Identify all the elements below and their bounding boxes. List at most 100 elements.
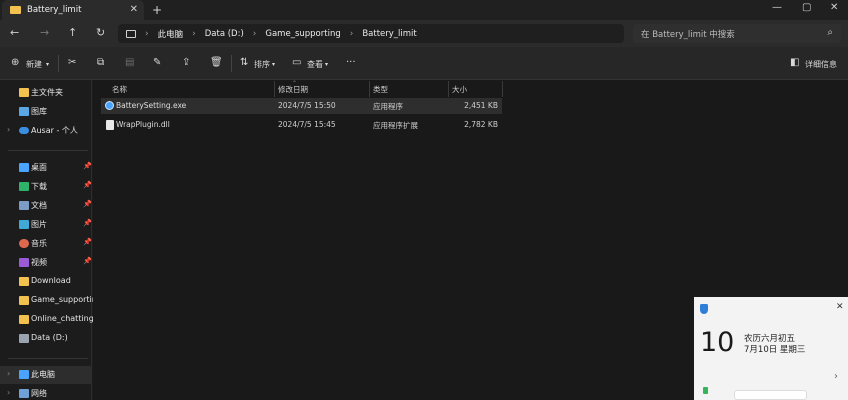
sidebar-item-label: 视频	[31, 258, 47, 267]
file-modified: 2024/7/5 15:50	[278, 101, 336, 110]
column-header-modified[interactable]: 修改日期	[278, 84, 308, 95]
column-header-type[interactable]: 类型	[373, 84, 388, 95]
chevron-down-icon: ▾	[272, 61, 276, 68]
sidebar-item-gallery[interactable]: 图库	[0, 103, 92, 121]
exe-icon	[105, 101, 114, 110]
forward-arrow-icon[interactable]: →	[40, 26, 49, 39]
sort-button[interactable]: 排序	[254, 59, 270, 70]
breadcrumb-this-pc[interactable]: 此电脑	[158, 28, 184, 40]
new-button[interactable]: 新建	[26, 59, 42, 70]
sidebar-item-download-folder[interactable]: Download	[0, 273, 92, 291]
details-pane-icon[interactable]: ◧	[790, 57, 799, 68]
minimize-icon[interactable]: —	[772, 2, 782, 13]
details-button[interactable]: 详细信息	[805, 59, 837, 70]
up-arrow-icon[interactable]: ↑	[68, 26, 77, 39]
file-size: 2,451 KB	[464, 101, 498, 110]
chevron-right-icon[interactable]: ›	[834, 371, 838, 382]
close-window-icon[interactable]: ✕	[830, 2, 838, 13]
pin-icon: 📌	[83, 181, 92, 189]
copy-icon[interactable]: ⧉	[97, 57, 104, 68]
chevron-right-icon[interactable]: ›	[7, 125, 10, 134]
chevron-right-icon[interactable]: ›	[7, 388, 10, 397]
file-type: 应用程序扩展	[373, 121, 418, 130]
shield-icon	[700, 304, 708, 314]
dll-icon	[106, 120, 114, 130]
sidebar-item-label: Online_chatting	[31, 314, 94, 323]
sidebar-item-pictures[interactable]: 图片 📌	[0, 216, 92, 234]
notification-close-icon[interactable]: ✕	[836, 302, 844, 312]
chevron-right-icon: ›	[145, 28, 149, 39]
pin-icon: 📌	[83, 257, 92, 265]
toolbar-divider	[231, 55, 232, 72]
breadcrumb-battery-limit[interactable]: Battery_limit	[362, 29, 416, 39]
pin-icon: 📌	[83, 200, 92, 208]
sidebar-item-game-supporting[interactable]: Game_supporting	[0, 292, 102, 310]
sidebar-item-network[interactable]: › 网络	[0, 385, 92, 400]
chevron-right-icon: ›	[252, 28, 257, 39]
share-icon[interactable]: ⇪	[182, 57, 190, 68]
delete-icon[interactable]: 🗑	[210, 57, 223, 68]
computer-icon	[19, 370, 29, 379]
sidebar-divider	[8, 150, 88, 151]
column-header-name[interactable]: 名称	[112, 84, 127, 95]
file-type: 应用程序	[373, 102, 403, 111]
sidebar-item-label: 图库	[31, 107, 47, 116]
column-divider	[274, 81, 275, 97]
sidebar-item-label: 图片	[31, 220, 47, 229]
search-input[interactable]: 在 Battery_limit 中搜索 ⌕	[633, 24, 841, 43]
view-icon[interactable]: ▭	[292, 57, 301, 68]
sidebar-item-downloads[interactable]: 下载 📌	[0, 178, 92, 196]
calendar-notification[interactable]: ✕ 10 农历六月初五 7月10日 星期三 ›	[694, 297, 848, 400]
tab-battery-limit[interactable]: Battery_limit ✕	[2, 0, 144, 20]
rename-icon[interactable]: ✎	[153, 57, 161, 68]
sidebar-item-home[interactable]: 主文件夹	[0, 84, 92, 102]
sidebar-item-label: 桌面	[31, 163, 47, 172]
toolbar-divider	[58, 55, 59, 72]
notification-card	[734, 390, 807, 400]
tab-close-icon[interactable]: ✕	[130, 4, 138, 15]
pin-icon: 📌	[83, 162, 92, 170]
sidebar-item-music[interactable]: 音乐 📌	[0, 235, 92, 253]
sidebar-item-this-pc[interactable]: › 此电脑	[0, 366, 92, 384]
sidebar-item-online-chatting[interactable]: Online_chatting	[0, 311, 94, 329]
back-arrow-icon[interactable]: ←	[10, 26, 19, 39]
maximize-icon[interactable]: ▢	[802, 2, 811, 13]
sidebar-item-onedrive[interactable]: › Ausar - 个人	[0, 122, 92, 140]
folder-icon	[19, 315, 29, 324]
search-icon: ⌕	[827, 27, 833, 38]
sidebar-item-videos[interactable]: 视频 📌	[0, 254, 92, 272]
sidebar-item-label: 此电脑	[31, 370, 55, 379]
sidebar-item-label: Ausar - 个人	[31, 126, 78, 135]
chevron-right-icon[interactable]: ›	[7, 369, 10, 378]
sidebar-item-label: 主文件夹	[31, 88, 63, 97]
file-size: 2,782 KB	[464, 120, 498, 129]
new-tab-icon[interactable]: +	[152, 3, 162, 17]
new-plus-icon[interactable]: ⊕	[11, 57, 19, 68]
paste-icon[interactable]: ▤	[125, 57, 134, 68]
battery-icon	[703, 387, 708, 394]
sidebar-item-data-d[interactable]: Data (D:)	[0, 330, 92, 348]
column-header-size[interactable]: 大小	[452, 84, 467, 95]
address-bar[interactable]: › 此电脑 › Data (D:) › Game_supporting › Ba…	[118, 24, 624, 43]
table-row[interactable]: WrapPlugin.dll 2024/7/5 15:45 应用程序扩展 2,7…	[101, 117, 502, 133]
sidebar-item-label: 文档	[31, 201, 47, 210]
chevron-right-icon: ›	[192, 28, 196, 39]
pin-icon: 📌	[83, 238, 92, 246]
more-options-icon[interactable]: ···	[346, 57, 356, 68]
document-icon	[19, 201, 29, 210]
sidebar-item-documents[interactable]: 文档 📌	[0, 197, 92, 215]
chevron-right-icon: ›	[349, 28, 354, 39]
table-row[interactable]: BatterySetting.exe 2024/7/5 15:50 应用程序 2…	[101, 98, 502, 114]
sort-icon[interactable]: ⇅	[240, 57, 248, 68]
sidebar-item-label: Game_supporting	[31, 295, 102, 304]
cut-icon[interactable]: ✂	[68, 57, 76, 68]
picture-icon	[19, 220, 29, 229]
view-button[interactable]: 查看	[307, 59, 323, 70]
breadcrumb-game-supporting[interactable]: Game_supporting	[265, 29, 340, 39]
pin-icon: 📌	[83, 219, 92, 227]
sidebar-item-desktop[interactable]: 桌面 📌	[0, 159, 92, 177]
sidebar-item-label: 网络	[31, 389, 47, 398]
gregorian-date: 7月10日 星期三	[744, 345, 806, 355]
refresh-icon[interactable]: ↻	[96, 26, 105, 39]
breadcrumb-data-d[interactable]: Data (D:)	[205, 29, 244, 39]
